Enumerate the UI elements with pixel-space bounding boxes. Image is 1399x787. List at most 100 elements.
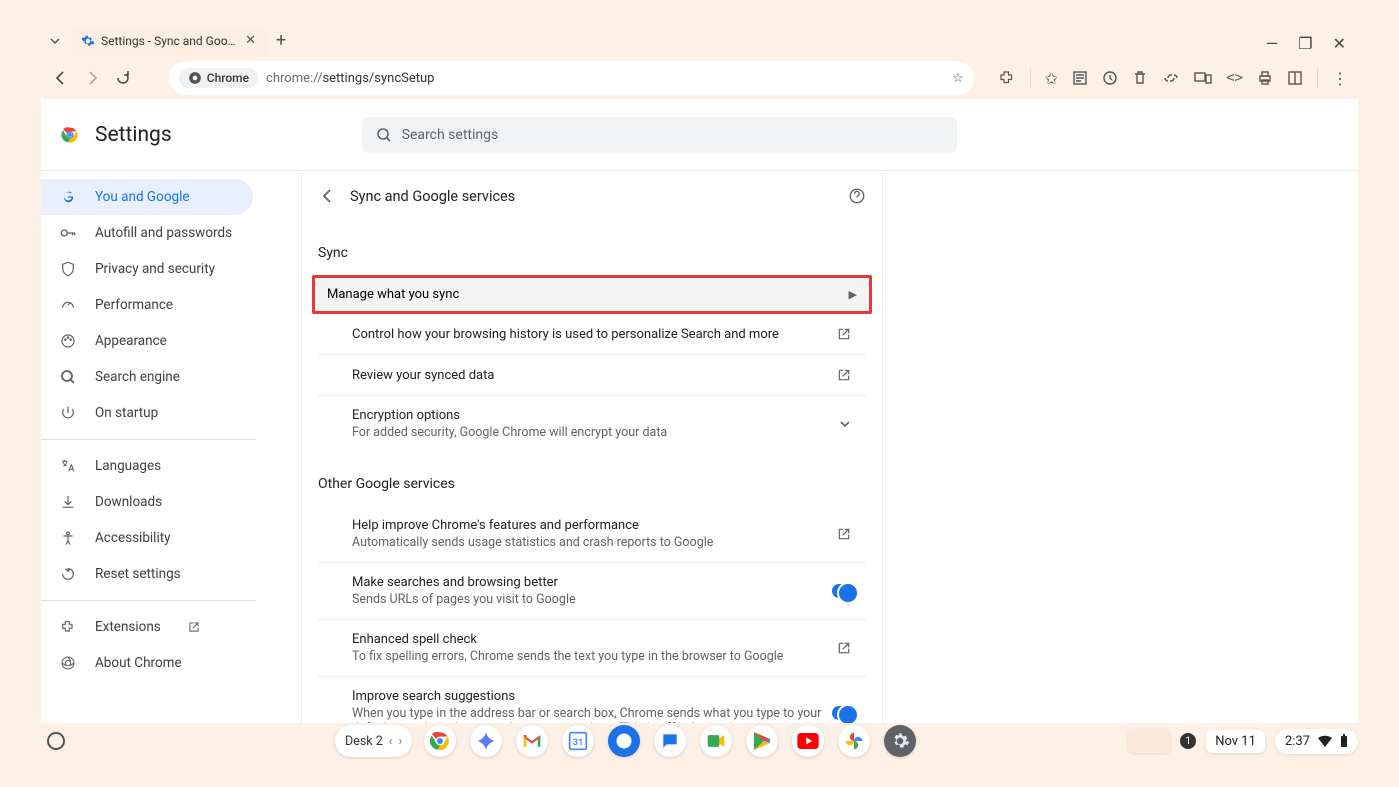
reading-list-icon[interactable]	[1072, 70, 1088, 86]
encryption-row[interactable]: Encryption options For added security, G…	[318, 396, 866, 452]
sidebar-label: On startup	[95, 405, 158, 421]
sidebar-item-languages[interactable]: Languages	[41, 448, 253, 484]
reload-button[interactable]	[114, 68, 133, 88]
row-title: Make searches and browsing better	[352, 575, 832, 590]
sidebar-label: Languages	[95, 458, 161, 474]
external-link-icon	[836, 367, 852, 383]
messages-app-icon[interactable]	[654, 725, 686, 757]
play-store-app-icon[interactable]	[746, 725, 778, 757]
chrome-outline-icon	[59, 655, 77, 671]
star-list-icon[interactable]: ✩	[1045, 69, 1058, 88]
close-window-icon[interactable]: ✕	[1333, 34, 1346, 53]
right-gutter	[883, 171, 1358, 723]
make-searches-row: Make searches and browsing better Sends …	[318, 563, 866, 620]
external-link-icon	[836, 640, 852, 656]
toggle-search-suggestions[interactable]	[832, 706, 858, 720]
tray-date[interactable]: Nov 11	[1206, 730, 1265, 753]
chevron-right-icon[interactable]: ›	[399, 734, 403, 749]
help-icon[interactable]	[848, 187, 866, 205]
tray-chip[interactable]	[1128, 729, 1170, 753]
search-settings[interactable]: Search settings	[362, 117, 957, 153]
chrome-logo-icon	[59, 124, 81, 146]
settings-header: Settings Search settings	[41, 99, 1358, 171]
files-app-icon[interactable]	[608, 725, 640, 757]
url-bar[interactable]: Chrome chrome://settings/syncSetup ☆	[169, 61, 974, 95]
battery-icon	[1340, 734, 1348, 748]
sidebar-label: Reset settings	[95, 566, 181, 582]
forward-button[interactable]	[82, 68, 101, 88]
desk-switcher[interactable]: Desk 2 ‹ ›	[335, 725, 412, 757]
meet-app-icon[interactable]	[700, 725, 732, 757]
new-tab-button[interactable]: +	[276, 30, 286, 51]
sidebar-item-performance[interactable]: Performance	[41, 287, 253, 323]
row-sub: For added security, Google Chrome will e…	[352, 425, 838, 440]
manage-sync-label: Manage what you sync	[327, 287, 849, 302]
chevron-down-icon	[838, 417, 852, 431]
menu-icon[interactable]: ⋮	[1332, 69, 1348, 88]
settings-app-icon[interactable]	[884, 725, 916, 757]
youtube-app-icon[interactable]	[792, 725, 824, 757]
gemini-app-icon[interactable]	[470, 725, 502, 757]
external-link-icon	[836, 326, 852, 342]
review-data-row[interactable]: Review your synced data	[318, 355, 866, 396]
browser-tab[interactable]: Settings - Sync and Google services ✕	[71, 26, 266, 56]
sidebar-item-accessibility[interactable]: Accessibility	[41, 520, 253, 556]
sidebar-item-about[interactable]: About Chrome	[41, 645, 253, 681]
external-link-icon	[836, 526, 852, 542]
chevron-left-icon[interactable]: ‹	[389, 734, 393, 749]
gmail-app-icon[interactable]	[516, 725, 548, 757]
improve-chrome-row[interactable]: Help improve Chrome's features and perfo…	[318, 506, 866, 563]
devtools-icon[interactable]: <>	[1226, 70, 1243, 86]
sidebar-label: Autofill and passwords	[95, 225, 232, 241]
photos-app-icon[interactable]	[838, 725, 870, 757]
extension-icon[interactable]	[998, 69, 1016, 87]
search-suggestions-row: Improve search suggestions When you type…	[318, 677, 866, 723]
close-tab-icon[interactable]: ✕	[245, 33, 256, 48]
bookmark-star-icon[interactable]: ☆	[952, 71, 964, 86]
sidebar-item-appearance[interactable]: Appearance	[41, 323, 253, 359]
notification-badge[interactable]: 1	[1180, 733, 1196, 749]
search-placeholder: Search settings	[402, 127, 499, 143]
accessibility-icon	[59, 530, 77, 546]
tray-status[interactable]: 2:37	[1275, 729, 1358, 754]
sidebar-item-privacy[interactable]: Privacy and security	[41, 251, 253, 287]
control-history-row[interactable]: Control how your browsing history is use…	[318, 314, 866, 355]
calendar-app-icon[interactable]: 31	[562, 725, 594, 757]
sidebar-item-reset[interactable]: Reset settings	[41, 556, 253, 592]
row-label: Review your synced data	[352, 368, 836, 383]
manage-sync-row[interactable]: Manage what you sync ▶	[312, 275, 872, 314]
url-text: chrome://settings/syncSetup	[266, 71, 952, 86]
page-back-button[interactable]	[318, 187, 336, 205]
settings-body: You and Google Autofill and passwords Pr…	[41, 171, 1358, 723]
link-icon[interactable]	[1162, 70, 1180, 86]
sidebar-label: Accessibility	[95, 530, 171, 546]
sidebar-item-on-startup[interactable]: On startup	[41, 395, 253, 431]
row-sub: Automatically sends usage statistics and…	[352, 535, 836, 550]
content-area: Settings Search settings You and Google …	[41, 99, 1358, 723]
sidebar-item-downloads[interactable]: Downloads	[41, 484, 253, 520]
sidebar-item-search-engine[interactable]: Search engine	[41, 359, 253, 395]
external-link-icon	[187, 620, 201, 634]
history-icon[interactable]	[1102, 70, 1118, 86]
sidebar-separator	[41, 439, 256, 440]
print-icon[interactable]	[1257, 70, 1273, 86]
sidebar-separator	[41, 600, 256, 601]
chrome-app-icon[interactable]	[424, 725, 456, 757]
minimize-icon[interactable]: —	[1266, 34, 1279, 53]
launcher-icon[interactable]	[47, 732, 65, 750]
sidebar-item-extensions[interactable]: Extensions	[41, 609, 253, 645]
toggle-make-searches[interactable]	[832, 584, 858, 598]
trash-icon[interactable]	[1132, 70, 1148, 86]
spell-check-row[interactable]: Enhanced spell check To fix spelling err…	[318, 620, 866, 677]
reset-icon	[59, 566, 77, 582]
back-button[interactable]	[51, 68, 70, 88]
section-other-label: Other Google services	[318, 476, 866, 492]
section-sync-label: Sync	[318, 245, 866, 261]
maximize-icon[interactable]: ❐	[1298, 34, 1312, 53]
tab-search-caret[interactable]	[45, 31, 65, 51]
sidebar-item-you-and-google[interactable]: You and Google	[41, 179, 253, 215]
reader-icon[interactable]	[1287, 70, 1303, 86]
sidebar-item-autofill[interactable]: Autofill and passwords	[41, 215, 253, 251]
sidebar-label: Search engine	[95, 369, 180, 385]
devices-icon[interactable]	[1194, 70, 1212, 86]
